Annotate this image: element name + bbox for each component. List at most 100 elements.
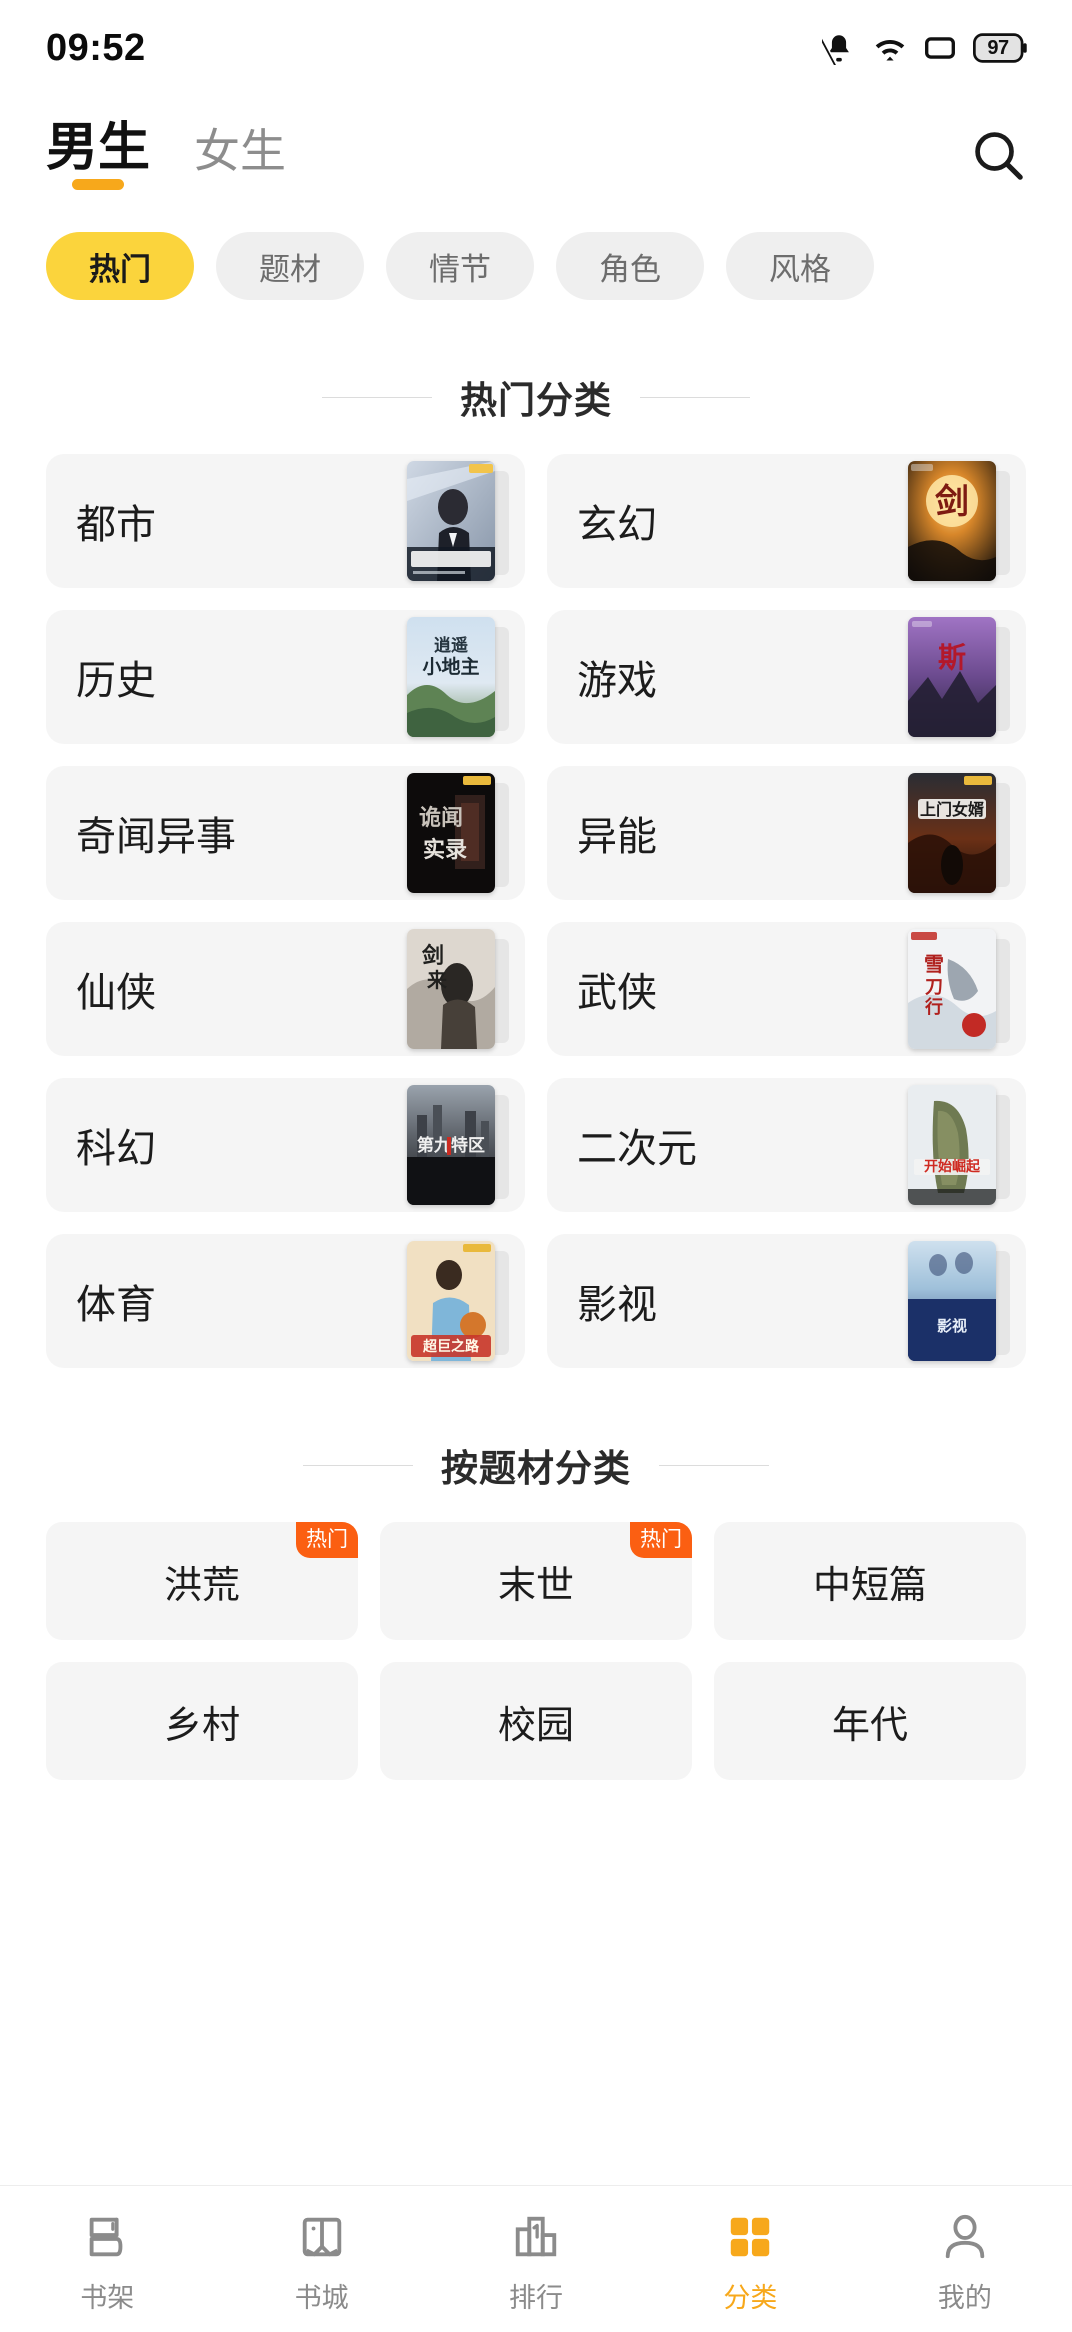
theme-tag-honghuang[interactable]: 洪荒 热门: [46, 1522, 358, 1640]
book-cover-dark-horror: 诡闻 实录: [407, 769, 509, 897]
category-name: 都市: [76, 503, 156, 547]
nav-item-bookstore[interactable]: 书城: [214, 2204, 428, 2315]
category-name: 仙侠: [76, 971, 156, 1015]
theme-tag-moshi[interactable]: 末世 热门: [380, 1522, 692, 1640]
category-card-erciyuan[interactable]: 二次元 开始崛起: [547, 1078, 1026, 1212]
theme-tag-label: 中短篇: [812, 1564, 927, 1607]
app-screen: 09:52 97 男生 女生 热门 题材 情节 角色 风格 热门分类 都市 玄幻…: [0, 0, 1072, 2332]
active-tab-underline: [72, 179, 124, 190]
category-name: 游戏: [577, 659, 657, 703]
tab-female[interactable]: 女生: [194, 128, 286, 190]
theme-section-title: 按题材分类: [441, 1448, 631, 1489]
category-name: 历史: [76, 659, 156, 703]
book-cover-suit-man-city: [407, 457, 509, 585]
svg-text:剑: 剑: [421, 943, 444, 968]
category-name: 武侠: [577, 971, 657, 1015]
book-cover-ruined-city: 第九特区: [407, 1081, 509, 1209]
battery-percent: 97: [987, 36, 1009, 59]
book-cover-blue-film: 影视: [908, 1237, 1010, 1365]
hot-category-grid: 都市 玄幻 剑 历史 逍遥 小地主 游戏 斯 奇闻异事 诡闻 实录 异能 上门女…: [0, 424, 1072, 1368]
search-icon[interactable]: [970, 127, 1028, 185]
theme-tag-xiaoyuan[interactable]: 校园: [380, 1662, 692, 1780]
nav-label: 书城: [294, 2282, 349, 2313]
book-cover-camo-sniper: 开始崛起: [908, 1081, 1010, 1209]
svg-text:上门女婿: 上门女婿: [920, 800, 984, 819]
hot-badge: 热门: [630, 1522, 692, 1558]
nav-item-ranking[interactable]: 排行: [429, 2204, 643, 2315]
svg-text:影视: 影视: [937, 1317, 967, 1335]
category-card-xuanhuan[interactable]: 玄幻 剑: [547, 454, 1026, 588]
ranking-chart-icon: [511, 2210, 561, 2264]
divider-right: [640, 396, 750, 398]
mute-icon: [822, 31, 856, 65]
nav-item-bookshelf[interactable]: 书架: [0, 2204, 214, 2315]
svg-text:雪: 雪: [924, 953, 944, 976]
chip-plot[interactable]: 情节: [386, 232, 534, 300]
book-cover-moon-fantasy: 剑: [908, 457, 1010, 585]
hot-section-header: 热门分类: [0, 370, 1072, 424]
wifi-icon: [872, 33, 908, 63]
signal-icon: [924, 34, 956, 62]
svg-text:刀: 刀: [925, 977, 943, 997]
book-cover-snow-red: 雪 刀 行: [908, 925, 1010, 1053]
nav-item-category[interactable]: 分类: [643, 2204, 857, 2315]
theme-tag-label: 乡村: [163, 1704, 240, 1747]
theme-tag-zhongduanpian[interactable]: 中短篇: [714, 1522, 1026, 1640]
nav-label: 排行: [509, 2282, 564, 2313]
category-card-youxi[interactable]: 游戏 斯: [547, 610, 1026, 744]
nav-item-profile[interactable]: 我的: [858, 2204, 1072, 2315]
book-cover-landscape-blue: 逍遥 小地主: [407, 613, 509, 741]
category-name: 奇闻异事: [76, 815, 236, 859]
svg-text:实录: 实录: [423, 837, 467, 862]
book-cover-ink-wash: 剑 来: [407, 925, 509, 1053]
main-scroll-area[interactable]: 热门 题材 情节 角色 风格 热门分类 都市 玄幻 剑 历史 逍遥 小地主 游戏…: [0, 216, 1072, 2332]
bottom-navigation-bar: 书架 书城 排行 分类 我的: [0, 2185, 1072, 2332]
tab-male-label: 男生: [46, 119, 151, 177]
category-name: 二次元: [577, 1127, 697, 1171]
tab-male[interactable]: 男生: [46, 122, 150, 190]
svg-text:斯: 斯: [938, 642, 966, 674]
theme-tag-xiangcun[interactable]: 乡村: [46, 1662, 358, 1780]
category-card-wuxia[interactable]: 武侠 雪 刀 行: [547, 922, 1026, 1056]
theme-tag-label: 年代: [831, 1704, 908, 1747]
chip-theme-label: 题材: [259, 251, 321, 287]
category-card-qiwenyishi[interactable]: 奇闻异事 诡闻 实录: [46, 766, 525, 900]
book-cover-purple-battle: 斯: [908, 613, 1010, 741]
theme-tag-niandai[interactable]: 年代: [714, 1662, 1026, 1780]
chip-plot-label: 情节: [429, 251, 491, 287]
hot-section-title: 热门分类: [460, 380, 612, 421]
category-card-xianxia[interactable]: 仙侠 剑 来: [46, 922, 525, 1056]
chip-style[interactable]: 风格: [726, 232, 874, 300]
book-cover-dark-fire: 上门女婿: [908, 769, 1010, 897]
hot-badge: 热门: [296, 1522, 358, 1558]
theme-tag-label: 校园: [497, 1704, 574, 1747]
tab-female-label: 女生: [194, 125, 287, 177]
category-name: 异能: [577, 815, 657, 859]
category-card-yingshi[interactable]: 影视 影视: [547, 1234, 1026, 1368]
category-name: 影视: [577, 1283, 657, 1327]
category-card-yineng[interactable]: 异能 上门女婿: [547, 766, 1026, 900]
category-card-lishi[interactable]: 历史 逍遥 小地主: [46, 610, 525, 744]
svg-text:诡闻: 诡闻: [419, 805, 463, 830]
svg-text:超巨之路: 超巨之路: [422, 1338, 480, 1355]
theme-section-header: 按题材分类: [0, 1438, 1072, 1492]
svg-text:来: 来: [426, 968, 448, 992]
filter-chip-row[interactable]: 热门 题材 情节 角色 风格: [0, 216, 1072, 300]
status-time: 09:52: [46, 26, 146, 69]
svg-text:逍遥: 逍遥: [434, 635, 468, 655]
status-icon-group: 97: [822, 31, 1028, 65]
category-card-tiyu[interactable]: 体育 超巨之路: [46, 1234, 525, 1368]
chip-hot[interactable]: 热门: [46, 232, 194, 300]
chip-hot-label: 热门: [89, 251, 151, 287]
nav-label: 我的: [937, 2282, 992, 2313]
book-cover-cream-basketball: 超巨之路: [407, 1237, 509, 1365]
person-icon: [940, 2210, 990, 2264]
category-card-dushi[interactable]: 都市: [46, 454, 525, 588]
category-card-kehuan[interactable]: 科幻 第九特区: [46, 1078, 525, 1212]
nav-label: 分类: [723, 2282, 778, 2313]
chip-theme[interactable]: 题材: [216, 232, 364, 300]
bookshelf-icon: [82, 2210, 132, 2264]
divider-right: [659, 1464, 769, 1466]
svg-text:小地主: 小地主: [422, 655, 479, 678]
chip-role[interactable]: 角色: [556, 232, 704, 300]
